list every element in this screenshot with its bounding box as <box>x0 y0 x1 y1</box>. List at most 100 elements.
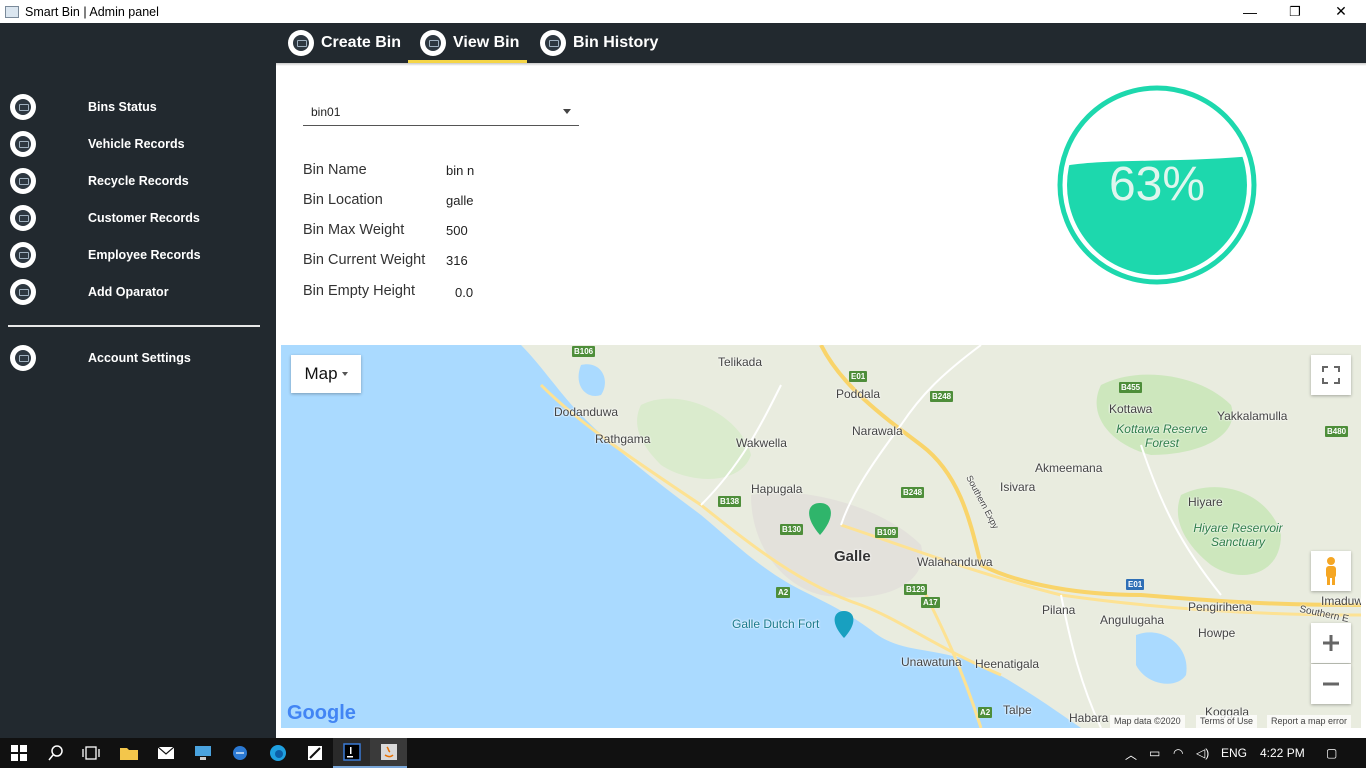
task-view-icon <box>81 746 100 760</box>
task-view-button[interactable] <box>72 738 109 768</box>
map-place: Galle <box>834 548 871 565</box>
tab-bin-history[interactable]: Bin History <box>540 23 658 63</box>
sidebar-item-label: Bins Status <box>88 100 157 114</box>
mail-button[interactable] <box>147 738 184 768</box>
this-pc-button[interactable] <box>184 738 221 768</box>
sidebar: Bins Status Vehicle Records Recycle Reco… <box>0 23 276 738</box>
window-titlebar: Smart Bin | Admin panel — ❐ ✕ <box>0 0 1366 23</box>
monitor-icon <box>10 168 36 194</box>
sticky-app-button[interactable] <box>296 738 333 768</box>
top-nav: Create Bin View Bin Bin History <box>276 23 1366 63</box>
monitor-icon <box>420 30 446 56</box>
bin-max-weight-value: 500 <box>446 223 468 238</box>
map-place: Telikada <box>718 355 763 369</box>
map-place: Angulugaha <box>1100 613 1165 627</box>
bin-name-value: bin n <box>446 163 475 178</box>
java-app-button[interactable] <box>370 738 407 768</box>
bin-max-weight-label: Bin Max Weight <box>303 222 405 238</box>
bin-empty-height-value: 0.0 <box>455 285 474 300</box>
google-logo: Google <box>287 702 356 724</box>
sidebar-item-add-operator[interactable]: Add Oparator <box>0 277 276 307</box>
sidebar-item-bins-status[interactable]: Bins Status <box>0 92 276 122</box>
map[interactable]: Telikada Poddala Dodanduwa Rathgama Wakw… <box>281 345 1361 728</box>
minimize-button[interactable]: — <box>1227 0 1273 23</box>
pegman-icon <box>1326 557 1336 585</box>
map-road-label: B480 <box>1325 426 1349 437</box>
fullscreen-icon <box>1322 366 1340 384</box>
map-road-label: B248 <box>930 391 954 402</box>
start-button[interactable] <box>0 738 37 768</box>
app-button[interactable] <box>221 738 258 768</box>
terms-of-use-link[interactable]: Terms of Use <box>1196 715 1258 728</box>
bin-current-weight-label: Bin Current Weight <box>303 252 426 268</box>
map-place: Isivara <box>1000 480 1036 494</box>
volume-icon[interactable]: ◁) <box>1196 746 1209 760</box>
show-hidden-icons-button[interactable]: ︿ <box>1125 746 1137 763</box>
map-data-attribution: Map data ©2020 <box>1110 715 1185 728</box>
wifi-icon[interactable]: ◠ <box>1173 746 1183 760</box>
note-icon <box>307 746 322 760</box>
notifications-icon[interactable]: ▢ <box>1326 746 1337 760</box>
edge-button[interactable] <box>259 738 296 768</box>
app-icon <box>5 5 19 18</box>
map-place: Akmeemana <box>1035 461 1103 475</box>
header-shadow <box>276 63 1366 66</box>
map-road-label: B109 <box>875 527 899 538</box>
windows-icon <box>10 745 27 761</box>
map-place: Wakwella <box>736 436 787 450</box>
tab-label: View Bin <box>453 34 520 51</box>
zoom-in-button[interactable] <box>1311 623 1351 663</box>
sidebar-item-label: Recycle Records <box>88 174 189 188</box>
tab-create-bin[interactable]: Create Bin <box>288 23 401 63</box>
sidebar-item-vehicle-records[interactable]: Vehicle Records <box>0 129 276 159</box>
globe-icon <box>232 746 247 760</box>
report-map-error-link[interactable]: Report a map error <box>1267 715 1352 728</box>
restore-button[interactable]: ❐ <box>1272 0 1318 23</box>
zoom-out-button[interactable] <box>1311 664 1351 704</box>
search-icon <box>47 745 63 761</box>
fullscreen-button[interactable] <box>1311 355 1351 395</box>
map-road-label: B129 <box>904 584 928 595</box>
map-place: Heenatigala <box>975 657 1040 671</box>
map-place: Howpe <box>1198 626 1236 640</box>
sidebar-item-customer-records[interactable]: Customer Records <box>0 203 276 233</box>
street-view-button[interactable] <box>1311 551 1351 591</box>
bin-select[interactable]: bin01 <box>303 98 579 126</box>
monitor-icon <box>10 242 36 268</box>
map-place: Kottawa <box>1109 402 1153 416</box>
intellij-button[interactable] <box>333 738 370 768</box>
clock[interactable]: 4:22 PM <box>1260 746 1305 760</box>
tab-label: Create Bin <box>321 34 402 51</box>
map-road-label: E01 <box>849 371 868 382</box>
java-icon <box>380 744 397 760</box>
map-road-label: A2 <box>978 707 993 718</box>
file-explorer-button[interactable] <box>110 738 147 768</box>
sidebar-item-recycle-records[interactable]: Recycle Records <box>0 166 276 196</box>
taskbar: ︿ ▭ ◠ ◁) ENG 4:22 PM ▢ <box>0 738 1366 768</box>
map-place: Hiyare Reservoir Sanctuary <box>1193 521 1283 549</box>
map-place: Rathgama <box>595 432 651 446</box>
bin-empty-height-label: Bin Empty Height <box>303 283 416 299</box>
map-place: Kottawa Reserve Forest <box>1116 422 1208 450</box>
search-button[interactable] <box>37 738 74 768</box>
map-type-label: Map <box>304 364 338 383</box>
sidebar-item-employee-records[interactable]: Employee Records <box>0 240 276 270</box>
language-indicator[interactable]: ENG <box>1221 746 1247 760</box>
map-type-button[interactable]: Map <box>291 355 361 393</box>
folder-icon <box>119 748 138 760</box>
bin-location-value: galle <box>446 193 474 208</box>
battery-icon[interactable]: ▭ <box>1149 746 1160 760</box>
map-place: Yakkalamulla <box>1217 409 1288 423</box>
intellij-icon <box>342 743 361 761</box>
bin-name-label: Bin Name <box>303 162 367 178</box>
close-button[interactable]: ✕ <box>1318 0 1364 23</box>
tab-view-bin[interactable]: View Bin <box>420 23 519 63</box>
monitor-icon <box>10 94 36 120</box>
sidebar-item-account-settings[interactable]: Account Settings <box>0 343 276 373</box>
map-place: Talpe <box>1003 703 1032 717</box>
map-road-label: E01 <box>1126 579 1145 590</box>
sidebar-item-label: Add Oparator <box>88 285 169 299</box>
map-road-label: B455 <box>1119 382 1143 393</box>
map-place: Pilana <box>1042 603 1076 617</box>
map-road-label: B130 <box>780 524 804 535</box>
